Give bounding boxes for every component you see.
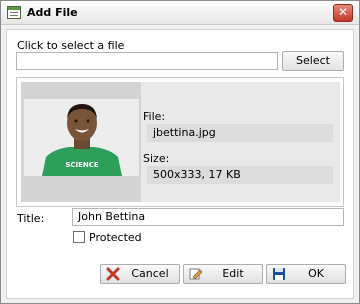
file-info-panel: File: jbettina.jpg Size: 500x333, 17 KB (141, 82, 340, 202)
select-button[interactable]: Select (282, 51, 344, 71)
preview-image: SCIENCE (24, 99, 139, 176)
cancel-label: Cancel (131, 267, 169, 280)
add-file-dialog: Add File ✕ Click to select a file Select (0, 0, 360, 304)
person-photo: SCIENCE (24, 99, 139, 176)
title-input[interactable]: John Bettina (72, 208, 344, 226)
shirt-text: SCIENCE (65, 161, 99, 169)
edit-icon (189, 268, 203, 280)
protected-label: Protected (89, 231, 142, 244)
title-label: Title: (17, 212, 45, 225)
image-preview-area: SCIENCE (21, 82, 141, 202)
file-path-input[interactable] (16, 52, 278, 70)
dialog-body: Click to select a file Select SCIENCE Fi… (6, 29, 354, 299)
title-bar[interactable]: Add File ✕ (1, 1, 359, 25)
floppy-disk-icon (273, 268, 285, 280)
dialog-title: Add File (27, 6, 78, 19)
file-preview-panel: SCIENCE File: jbettina.jpg Size: 500x333… (16, 77, 344, 207)
ok-label: OK (308, 267, 324, 280)
edit-button[interactable]: Edit (183, 264, 263, 284)
file-name-value: jbettina.jpg (147, 124, 333, 142)
cancel-button[interactable]: Cancel (100, 264, 180, 284)
close-icon: ✕ (337, 5, 349, 19)
ok-button[interactable]: OK (266, 264, 346, 284)
protected-checkbox[interactable] (73, 231, 85, 243)
file-size-value: 500x333, 17 KB (147, 166, 333, 184)
edit-label: Edit (222, 267, 244, 280)
form-icon (7, 6, 21, 19)
file-label: File: (143, 110, 166, 123)
cancel-x-icon (106, 267, 120, 281)
close-button[interactable]: ✕ (333, 4, 353, 22)
size-label: Size: (143, 152, 170, 165)
select-file-label: Click to select a file (17, 39, 125, 52)
